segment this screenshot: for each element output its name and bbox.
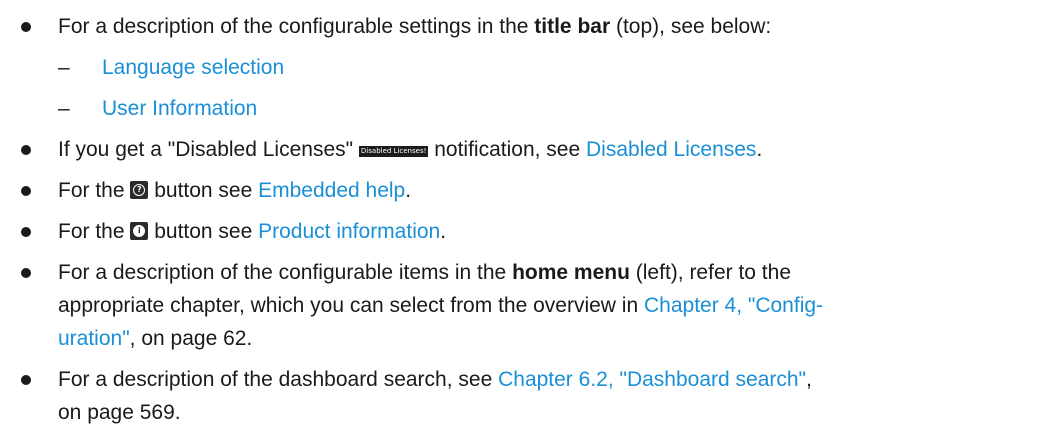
link-product-information[interactable]: Product information (258, 220, 440, 243)
link-language-selection[interactable]: Language selection (102, 56, 284, 79)
item-text-pre: For a description of the configurable se… (58, 15, 535, 38)
list-item-dashboard-search: For a description of the dashboard searc… (0, 363, 1039, 429)
item-text-pre: For a description of the configurable it… (58, 261, 513, 284)
bullet (21, 227, 31, 237)
info-icon-glyph: i (133, 225, 146, 237)
item-text-post: , (806, 368, 812, 391)
bullet (21, 268, 31, 278)
list-item-embedded-help: For the ? button see Embedded help. (0, 174, 1039, 207)
sub-item-language-selection: – Language selection (0, 51, 1039, 84)
link-chapter-4-part2[interactable]: uration" (58, 327, 130, 350)
list-item-product-information: For the i button see Product information… (0, 215, 1039, 248)
list-item-disabled-licenses: If you get a "Disabled Licenses" Disable… (0, 133, 1039, 166)
dash: – (58, 97, 70, 120)
link-user-information[interactable]: User Information (102, 97, 257, 120)
item-text-post: (top), see below: (610, 15, 772, 38)
item-text-pre: For the (58, 179, 131, 202)
bullet (21, 186, 31, 196)
list-item-home-menu: For a description of the configurable it… (0, 256, 1039, 355)
list-item-title-bar: For a description of the configurable se… (0, 10, 1039, 43)
dash: – (58, 56, 70, 79)
item-text-post2: , on page 62. (129, 327, 253, 350)
item-text-post: (left), refer to the (629, 261, 791, 284)
info-icon: i (130, 222, 149, 240)
item-text-post: . (405, 179, 412, 202)
item-text-pre: For a description of the dashboard searc… (58, 368, 499, 391)
link-embedded-help[interactable]: Embedded help (258, 179, 405, 202)
link-disabled-licenses[interactable]: Disabled Licenses (586, 138, 756, 161)
item-text-pre: If you get a "Disabled Licenses" (58, 138, 359, 161)
link-chapter-6-2[interactable]: Chapter 6.2, "Dashboard search" (498, 368, 806, 391)
disabled-licenses-badge: Disabled Licenses! (358, 146, 429, 157)
link-chapter-4-part1[interactable]: Chapter 4, "Config- (644, 294, 823, 317)
bold-term-home-menu: home menu (512, 261, 630, 284)
item-text-mid: button see (148, 220, 259, 243)
help-icon-glyph: ? (133, 184, 146, 196)
item-text-mid: button see (148, 179, 259, 202)
bullet (21, 145, 31, 155)
help-icon: ? (130, 181, 149, 199)
bullet (21, 375, 31, 385)
item-text-line2: on page 569. (58, 401, 181, 424)
item-text-mid: notification, see (428, 138, 586, 161)
item-text-line2: appropriate chapter, which you can selec… (58, 294, 644, 317)
sub-item-user-information: – User Information (0, 92, 1039, 125)
item-text-pre: For the (58, 220, 131, 243)
document-body: For a description of the configurable se… (0, 0, 1039, 429)
item-text-post: . (440, 220, 447, 243)
item-text-post: . (756, 138, 763, 161)
bold-term-title-bar: title bar (534, 15, 611, 38)
bullet (21, 22, 31, 32)
